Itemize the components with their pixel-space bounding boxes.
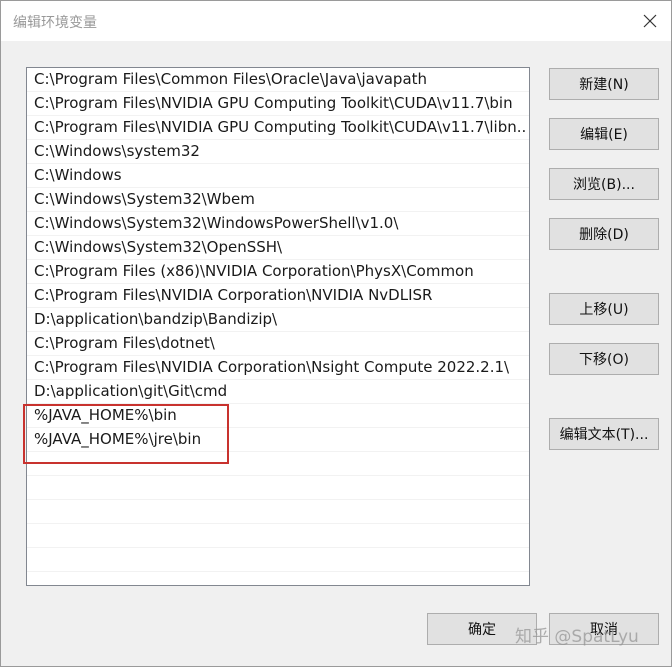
close-button[interactable]	[633, 5, 667, 37]
list-item[interactable]: C:\Windows\System32\WindowsPowerShell\v1…	[27, 212, 529, 236]
list-item[interactable]: C:\Program Files\Common Files\Oracle\Jav…	[27, 68, 529, 92]
close-icon	[643, 14, 657, 28]
list-item[interactable]: %JAVA_HOME%\bin	[27, 404, 529, 428]
move-up-button[interactable]: 上移(U)	[549, 293, 659, 325]
list-item[interactable]	[27, 452, 529, 476]
edit-text-button[interactable]: 编辑文本(T)...	[549, 418, 659, 450]
edit-env-var-dialog: 编辑环境变量 C:\Program Files\Common Files\Ora…	[0, 0, 672, 667]
path-text: D:\application\git\Git\cmd	[34, 382, 228, 400]
window-title: 编辑环境变量	[13, 15, 97, 31]
watermark: 知乎 @SpatLyu	[515, 627, 639, 647]
path-text: C:\Windows\System32\Wbem	[34, 190, 255, 208]
list-item[interactable]: C:\Windows	[27, 164, 529, 188]
path-text: C:\Program Files\NVIDIA GPU Computing To…	[34, 118, 526, 136]
title-bar: 编辑环境变量	[1, 1, 671, 41]
list-item[interactable]: C:\Windows\system32	[27, 140, 529, 164]
list-item[interactable]: C:\Program Files (x86)\NVIDIA Corporatio…	[27, 260, 529, 284]
list-item[interactable]	[27, 572, 529, 585]
list-item[interactable]: %JAVA_HOME%\jre\bin	[27, 428, 529, 452]
list-item[interactable]: C:\Program Files\NVIDIA GPU Computing To…	[27, 116, 529, 140]
browse-button[interactable]: 浏览(B)...	[549, 168, 659, 200]
path-text: %JAVA_HOME%\jre\bin	[34, 430, 202, 448]
list-item[interactable]: C:\Program Files\NVIDIA Corporation\Nsig…	[27, 356, 529, 380]
path-text: C:\Program Files\dotnet\	[34, 334, 215, 352]
list-item[interactable]: C:\Program Files\NVIDIA GPU Computing To…	[27, 92, 529, 116]
path-text: C:\Windows\System32\OpenSSH\	[34, 238, 283, 256]
path-list[interactable]: C:\Program Files\Common Files\Oracle\Jav…	[26, 67, 530, 586]
list-item[interactable]	[27, 476, 529, 500]
path-text: C:\Program Files\NVIDIA Corporation\NVID…	[34, 286, 433, 304]
new-button[interactable]: 新建(N)	[549, 68, 659, 100]
path-text: C:\Windows\system32	[34, 142, 200, 160]
path-text: C:\Program Files\NVIDIA Corporation\Nsig…	[34, 358, 510, 376]
list-item[interactable]: C:\Program Files\dotnet\	[27, 332, 529, 356]
path-text: D:\application\bandzip\Bandizip\	[34, 310, 278, 328]
path-text: C:\Windows	[34, 166, 122, 184]
list-item[interactable]: D:\application\git\Git\cmd	[27, 380, 529, 404]
path-text: C:\Program Files (x86)\NVIDIA Corporatio…	[34, 262, 474, 280]
list-item[interactable]	[27, 524, 529, 548]
delete-button[interactable]: 删除(D)	[549, 218, 659, 250]
move-down-button[interactable]: 下移(O)	[549, 343, 659, 375]
path-text: %JAVA_HOME%\bin	[34, 406, 177, 424]
edit-button[interactable]: 编辑(E)	[549, 118, 659, 150]
list-item[interactable]: C:\Windows\System32\OpenSSH\	[27, 236, 529, 260]
list-item[interactable]: C:\Program Files\NVIDIA Corporation\NVID…	[27, 284, 529, 308]
list-item[interactable]	[27, 500, 529, 524]
list-item[interactable]: D:\application\bandzip\Bandizip\	[27, 308, 529, 332]
path-text: C:\Program Files\NVIDIA GPU Computing To…	[34, 94, 513, 112]
path-text: C:\Program Files\Common Files\Oracle\Jav…	[34, 70, 428, 88]
list-item[interactable]: C:\Windows\System32\Wbem	[27, 188, 529, 212]
list-item[interactable]	[27, 548, 529, 572]
path-text: C:\Windows\System32\WindowsPowerShell\v1…	[34, 214, 399, 232]
